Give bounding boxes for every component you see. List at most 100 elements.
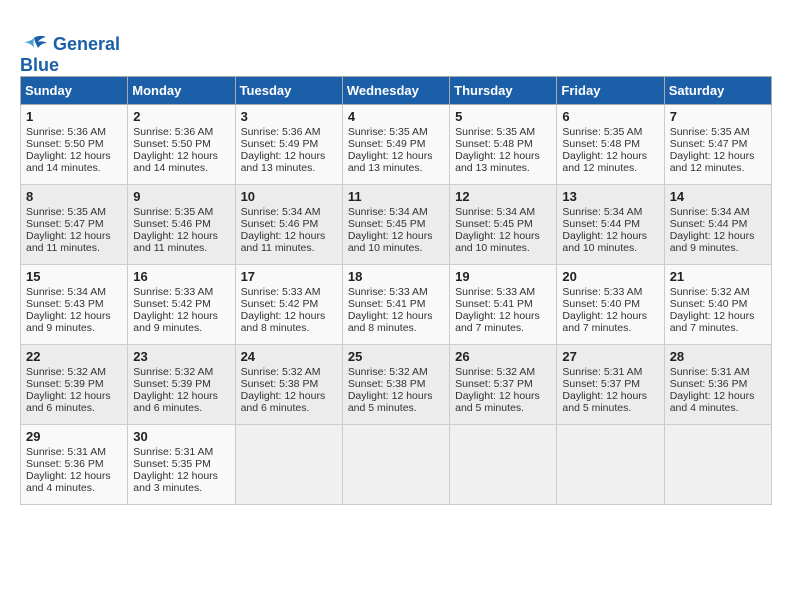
day-info: and 4 minutes. <box>670 402 766 414</box>
day-info: and 12 minutes. <box>670 162 766 174</box>
day-info: Sunrise: 5:32 AM <box>455 366 551 378</box>
day-info: and 14 minutes. <box>26 162 122 174</box>
day-info: and 10 minutes. <box>348 242 444 254</box>
day-number: 17 <box>241 269 337 284</box>
day-info: Sunset: 5:50 PM <box>133 138 229 150</box>
day-info: and 11 minutes. <box>26 242 122 254</box>
calendar-cell: 10 Sunrise: 5:34 AMSunset: 5:46 PMDayligh… <box>235 184 342 264</box>
day-info: and 10 minutes. <box>562 242 658 254</box>
calendar-cell: 19Sunrise: 5:33 AMSunset: 5:41 PMDayligh… <box>450 264 557 344</box>
day-info: Sunrise: 5:32 AM <box>348 366 444 378</box>
calendar-week-5: 29Sunrise: 5:31 AMSunset: 5:36 PMDayligh… <box>21 424 772 504</box>
day-info: Sunset: 5:44 PM <box>670 218 766 230</box>
day-info: Sunset: 5:37 PM <box>562 378 658 390</box>
calendar-cell: 25 Sunrise: 5:32 AMSunset: 5:38 PMDayligh… <box>342 344 449 424</box>
day-info: Daylight: 12 hours <box>133 230 229 242</box>
day-info: Sunrise: 5:34 AM <box>26 286 122 298</box>
day-info: and 9 minutes. <box>26 322 122 334</box>
day-info: Daylight: 12 hours <box>133 390 229 402</box>
day-info: Sunrise: 5:33 AM <box>455 286 551 298</box>
day-info: and 13 minutes. <box>241 162 337 174</box>
day-info: and 8 minutes. <box>348 322 444 334</box>
day-info: Sunset: 5:48 PM <box>455 138 551 150</box>
day-info: and 12 minutes. <box>562 162 658 174</box>
day-info: Daylight: 12 hours <box>670 150 766 162</box>
day-info: Daylight: 12 hours <box>133 470 229 482</box>
day-info: Daylight: 12 hours <box>562 230 658 242</box>
day-info: Sunrise: 5:31 AM <box>562 366 658 378</box>
day-info: Sunset: 5:47 PM <box>670 138 766 150</box>
day-info: Daylight: 12 hours <box>241 230 337 242</box>
day-info: Sunset: 5:43 PM <box>26 298 122 310</box>
calendar-cell: 26 Sunrise: 5:32 AMSunset: 5:37 PMDayligh… <box>450 344 557 424</box>
col-header-saturday: Saturday <box>664 76 771 104</box>
day-number: 10 <box>241 189 337 204</box>
day-info: Sunrise: 5:32 AM <box>241 366 337 378</box>
day-info: and 13 minutes. <box>348 162 444 174</box>
day-info: Sunrise: 5:32 AM <box>670 286 766 298</box>
calendar-cell: 24Sunrise: 5:32 AMSunset: 5:38 PMDayligh… <box>235 344 342 424</box>
day-info: and 6 minutes. <box>133 402 229 414</box>
day-number: 20 <box>562 269 658 284</box>
day-info: and 13 minutes. <box>455 162 551 174</box>
day-info: Sunrise: 5:31 AM <box>670 366 766 378</box>
calendar-cell: 3Sunrise: 5:36 AMSunset: 5:49 PMDaylight… <box>235 104 342 184</box>
day-number: 25 <box>348 349 444 364</box>
calendar-cell: 22Sunrise: 5:32 AMSunset: 5:39 PMDayligh… <box>21 344 128 424</box>
col-header-friday: Friday <box>557 76 664 104</box>
day-info: Sunset: 5:36 PM <box>670 378 766 390</box>
day-info: Daylight: 12 hours <box>26 150 122 162</box>
day-number: 28 <box>670 349 766 364</box>
day-info: Daylight: 12 hours <box>670 230 766 242</box>
day-number: 6 <box>562 109 658 124</box>
col-header-sunday: Sunday <box>21 76 128 104</box>
day-number: 27 <box>562 349 658 364</box>
day-info: Sunset: 5:46 PM <box>241 218 337 230</box>
calendar-cell: 8Sunrise: 5:35 AMSunset: 5:47 PMDaylight… <box>21 184 128 264</box>
day-info: Sunset: 5:40 PM <box>562 298 658 310</box>
day-info: Sunset: 5:37 PM <box>455 378 551 390</box>
day-info: Sunset: 5:48 PM <box>562 138 658 150</box>
calendar-week-1: 1Sunrise: 5:36 AMSunset: 5:50 PMDaylight… <box>21 104 772 184</box>
calendar-cell: 1 Sunrise: 5:36 AMSunset: 5:50 PMDaylight… <box>21 104 128 184</box>
day-info: and 7 minutes. <box>455 322 551 334</box>
day-info: Daylight: 12 hours <box>670 390 766 402</box>
day-info: Sunset: 5:35 PM <box>133 458 229 470</box>
calendar-cell: 6Sunrise: 5:35 AMSunset: 5:48 PMDaylight… <box>557 104 664 184</box>
day-info: Sunrise: 5:34 AM <box>670 206 766 218</box>
calendar-cell <box>450 424 557 504</box>
day-number: 1 <box>26 109 122 124</box>
day-number: 5 <box>455 109 551 124</box>
day-number: 14 <box>670 189 766 204</box>
day-info: Sunrise: 5:35 AM <box>348 126 444 138</box>
calendar-cell: 29Sunrise: 5:31 AMSunset: 5:36 PMDayligh… <box>21 424 128 504</box>
day-number: 26 <box>455 349 551 364</box>
day-info: Sunset: 5:38 PM <box>241 378 337 390</box>
calendar-cell <box>342 424 449 504</box>
day-info: and 11 minutes. <box>133 242 229 254</box>
day-info: Sunrise: 5:36 AM <box>133 126 229 138</box>
day-info: Sunset: 5:50 PM <box>26 138 122 150</box>
day-info: and 5 minutes. <box>348 402 444 414</box>
day-info: Sunrise: 5:34 AM <box>241 206 337 218</box>
day-info: Daylight: 12 hours <box>26 390 122 402</box>
day-info: Daylight: 12 hours <box>455 390 551 402</box>
day-info: Sunset: 5:42 PM <box>133 298 229 310</box>
day-number: 8 <box>26 189 122 204</box>
day-info: Sunrise: 5:36 AM <box>241 126 337 138</box>
day-info: Sunset: 5:38 PM <box>348 378 444 390</box>
col-header-monday: Monday <box>128 76 235 104</box>
calendar-cell: 28 Sunrise: 5:31 AMSunset: 5:36 PMDayligh… <box>664 344 771 424</box>
day-number: 15 <box>26 269 122 284</box>
day-info: Sunset: 5:40 PM <box>670 298 766 310</box>
day-info: Sunrise: 5:34 AM <box>348 206 444 218</box>
day-info: Daylight: 12 hours <box>348 390 444 402</box>
day-info: Sunrise: 5:35 AM <box>26 206 122 218</box>
calendar-cell: 7Sunrise: 5:35 AMSunset: 5:47 PMDaylight… <box>664 104 771 184</box>
day-info: Sunrise: 5:33 AM <box>562 286 658 298</box>
calendar-cell: 13Sunrise: 5:34 AMSunset: 5:44 PMDayligh… <box>557 184 664 264</box>
day-info: Sunrise: 5:36 AM <box>26 126 122 138</box>
day-info: Sunrise: 5:31 AM <box>26 446 122 458</box>
calendar-cell: 16Sunrise: 5:33 AMSunset: 5:42 PMDayligh… <box>128 264 235 344</box>
day-info: Sunset: 5:49 PM <box>241 138 337 150</box>
